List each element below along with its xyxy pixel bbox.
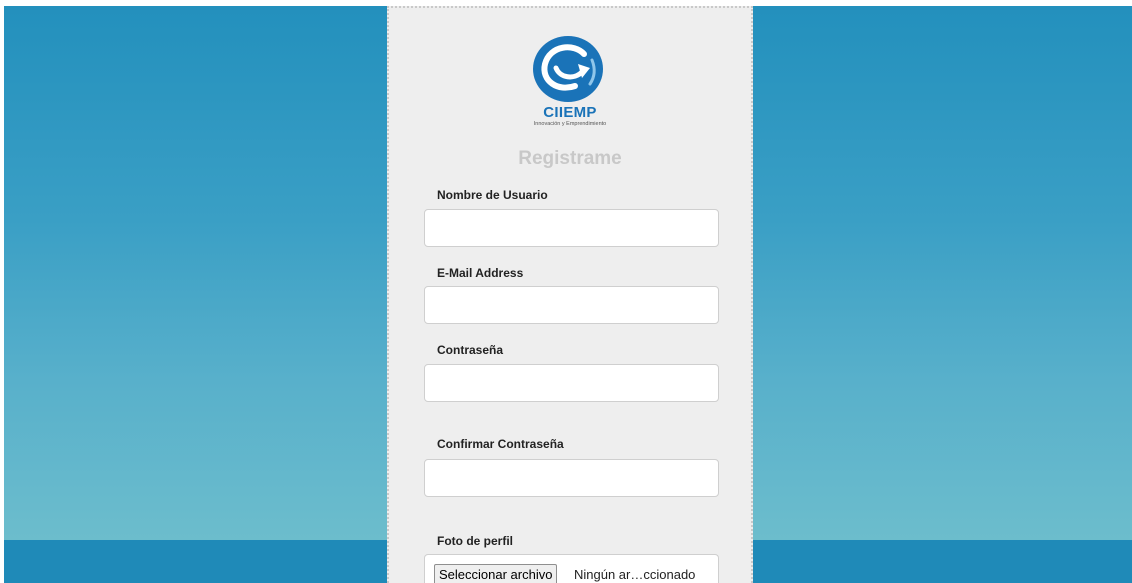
- ciiemp-logo: CIIEMP Innovación y Emprendimiento: [510, 34, 630, 134]
- photo-file-input[interactable]: Seleccionar archivo Ningún ar…ccionado: [424, 554, 719, 583]
- username-label: Nombre de Usuario: [437, 188, 548, 202]
- email-input[interactable]: [424, 286, 719, 324]
- password-confirm-label: Confirmar Contraseña: [437, 437, 564, 451]
- file-status-text: Ningún ar…ccionado: [574, 567, 696, 582]
- password-label: Contraseña: [437, 343, 504, 357]
- register-card: CIIEMP Innovación y Emprendimiento Regis…: [387, 6, 753, 583]
- password-input[interactable]: [424, 364, 719, 402]
- logo-tagline: Innovación y Emprendimiento: [533, 121, 607, 127]
- form-title: Registrame: [518, 148, 622, 169]
- ciiemp-swirl-arrow-logo-icon: [533, 36, 603, 102]
- select-file-button[interactable]: Seleccionar archivo: [434, 564, 558, 583]
- password-confirm-input[interactable]: [424, 459, 719, 497]
- logo-name: CIIEMP: [543, 104, 597, 121]
- username-input[interactable]: [424, 209, 719, 247]
- photo-label: Foto de perfil: [437, 534, 513, 548]
- email-label: E-Mail Address: [437, 266, 524, 280]
